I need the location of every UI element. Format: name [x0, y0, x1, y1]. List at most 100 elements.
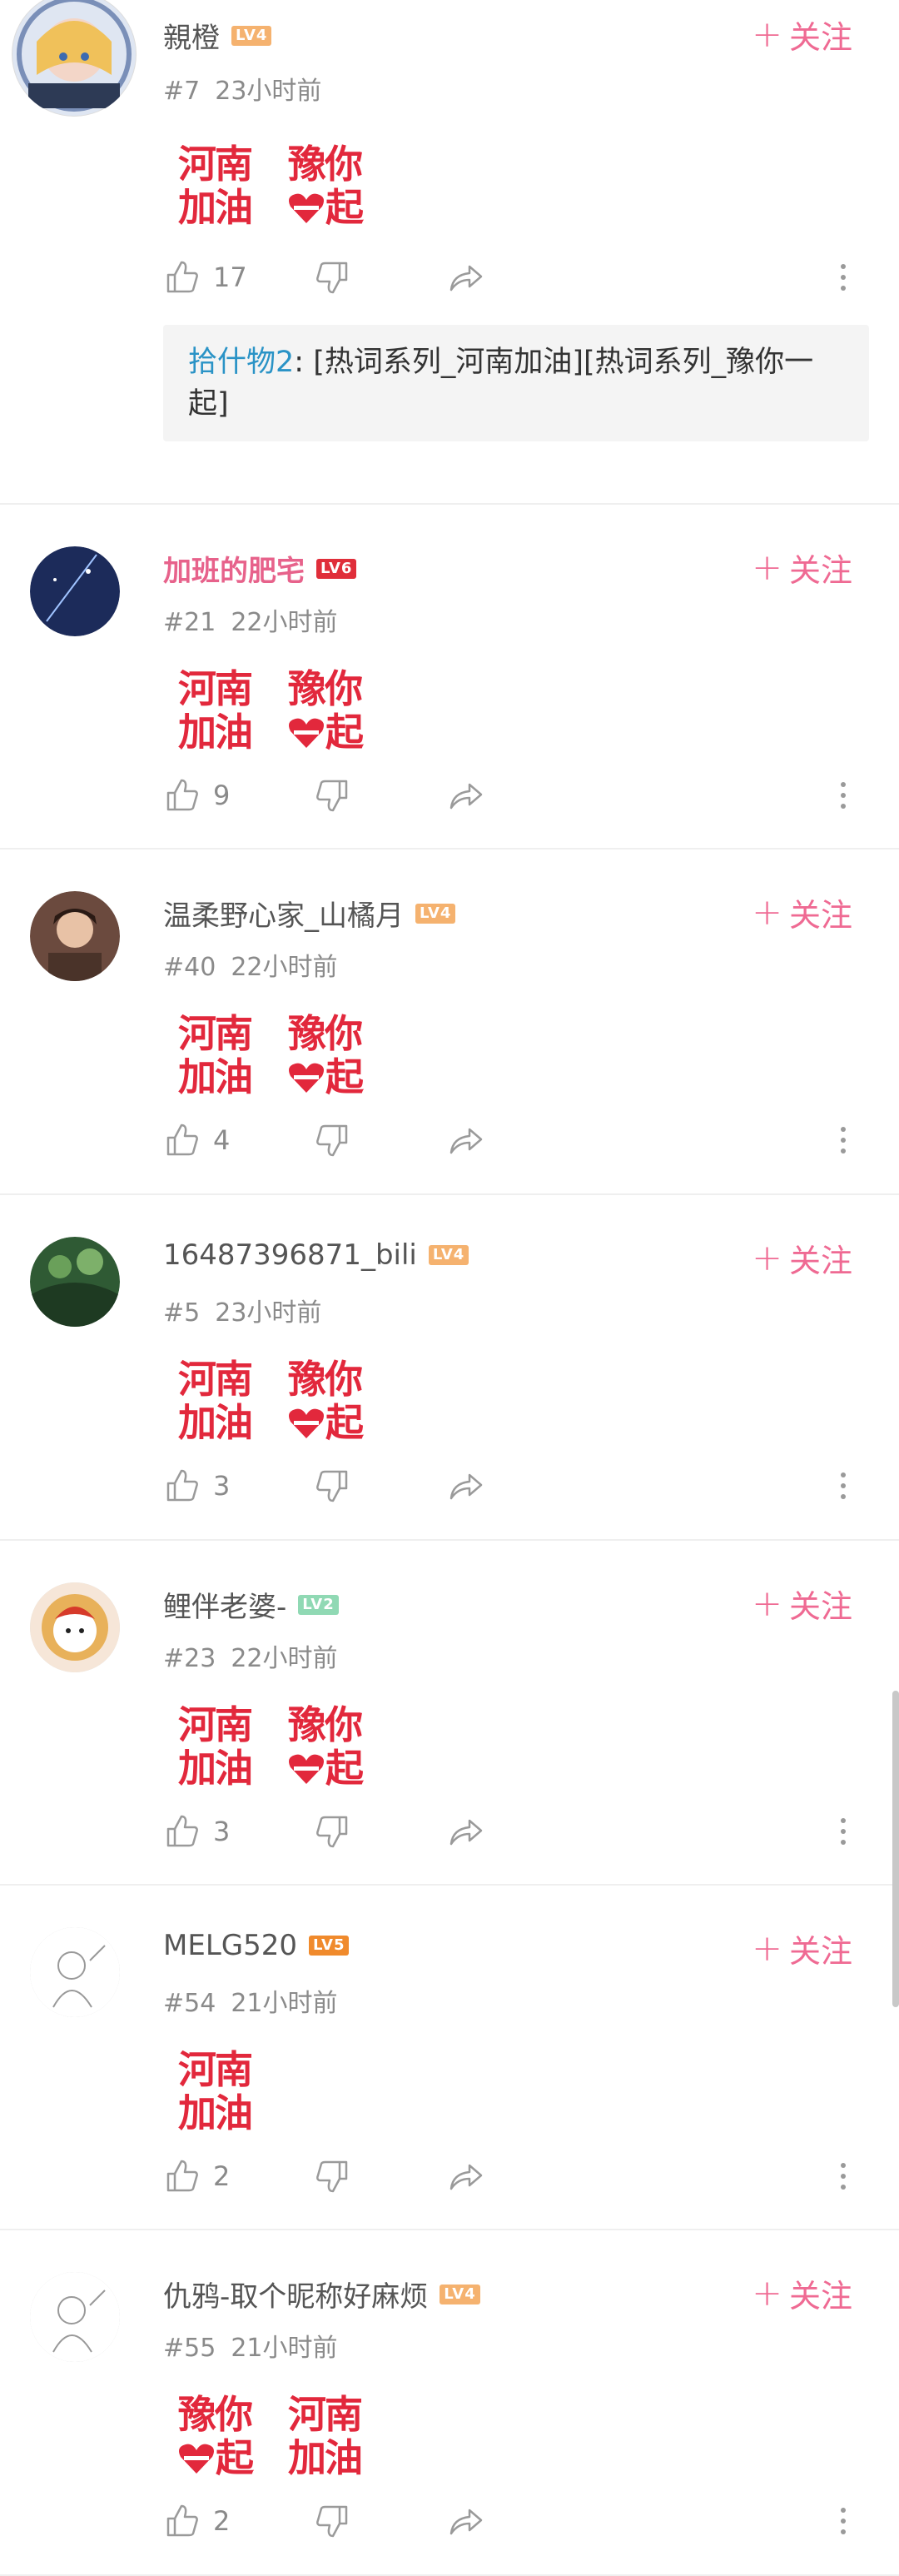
avatar[interactable] — [30, 1927, 120, 2017]
username[interactable]: 温柔野心家_山橘月 LV4 — [163, 893, 456, 934]
sticker-yuni-yiqi[interactable]: 豫你起 — [166, 2394, 263, 2482]
more-options-button[interactable] — [824, 1467, 862, 1505]
share-button[interactable] — [446, 776, 484, 815]
avatar-image — [30, 546, 120, 636]
sticker-henan-jiayou[interactable]: 河南 加油 — [166, 2049, 263, 2137]
level-badge: LV6 — [316, 558, 357, 579]
share-button[interactable] — [446, 2157, 484, 2195]
like-button[interactable]: 9 — [163, 776, 230, 815]
share-button[interactable] — [446, 258, 484, 296]
username[interactable]: 鲤伴老婆- LV2 — [163, 1584, 339, 1625]
share-button[interactable] — [446, 1467, 484, 1505]
reply-preview[interactable]: 拾什物2: [热词系列_河南加油][热词系列_豫你一起] — [163, 325, 869, 441]
username-text: 16487396871_bili — [163, 1238, 417, 1272]
more-options-button[interactable] — [824, 1812, 862, 1851]
heart-icon — [289, 193, 324, 223]
follow-button[interactable]: + 关注 — [752, 1581, 852, 1627]
more-options-button[interactable] — [824, 2157, 862, 2195]
dislike-button[interactable] — [313, 2157, 351, 2195]
like-button[interactable]: 17 — [163, 258, 247, 296]
share-button[interactable] — [446, 1121, 484, 1159]
plus-icon: + — [752, 1926, 782, 1970]
sticker-text-bottom: 加油 — [178, 1400, 253, 1445]
follow-button[interactable]: + 关注 — [752, 1926, 852, 1971]
floor-number: #5 — [163, 1298, 201, 1328]
level-badge: LV4 — [440, 2284, 480, 2304]
action-bar: 9 — [163, 776, 862, 818]
dislike-button[interactable] — [313, 776, 351, 815]
avatar[interactable] — [30, 546, 120, 636]
follow-button[interactable]: + 关注 — [752, 545, 852, 590]
sticker-yuni-yiqi[interactable]: 豫你起 — [276, 1358, 373, 1447]
sticker-text-top: 豫你 — [288, 142, 363, 187]
username[interactable]: MELG520 LV5 — [163, 1929, 350, 1962]
dislike-button[interactable] — [313, 1121, 351, 1159]
sticker-row: 河南 加油 豫你起 — [166, 1013, 373, 1101]
action-bar: 3 — [163, 1467, 862, 1508]
dislike-button[interactable] — [313, 1467, 351, 1505]
share-button[interactable] — [446, 1812, 484, 1851]
avatar[interactable] — [30, 891, 120, 981]
timestamp: 22小时前 — [231, 953, 338, 982]
follow-button[interactable]: + 关注 — [752, 12, 852, 57]
sticker-yuni-yiqi[interactable]: 豫你起 — [276, 668, 373, 756]
follow-button[interactable]: + 关注 — [752, 889, 852, 935]
more-options-button[interactable] — [824, 2502, 862, 2540]
avatar[interactable] — [30, 1237, 120, 1327]
follow-button[interactable]: + 关注 — [752, 2270, 852, 2316]
like-count: 3 — [213, 1816, 231, 1847]
sticker-yuni-yiqi[interactable]: 豫你起 — [276, 1704, 373, 1792]
comment-meta: #21 22小时前 — [163, 601, 338, 638]
username-text: 親橙 — [163, 22, 220, 55]
sticker-henan-jiayou[interactable]: 河南 加油 — [166, 668, 263, 756]
more-options-button[interactable] — [824, 258, 862, 296]
share-button[interactable] — [446, 2502, 484, 2540]
heart-icon — [289, 1063, 324, 1093]
like-button[interactable]: 4 — [163, 1121, 230, 1159]
dislike-button[interactable] — [313, 258, 351, 296]
username[interactable]: 加班的肥宅 LV6 — [163, 548, 357, 589]
more-options-button[interactable] — [824, 776, 862, 815]
like-button[interactable]: 2 — [163, 2157, 230, 2195]
reply-username[interactable]: 拾什物2 — [188, 346, 294, 379]
sticker-bottom: 起 — [166, 2437, 263, 2479]
share-icon — [450, 2164, 483, 2190]
avatar[interactable] — [12, 0, 137, 117]
sticker-text-bottom: 加油 — [288, 2435, 363, 2480]
follow-label: 关注 — [788, 897, 852, 934]
avatar[interactable] — [30, 1582, 120, 1672]
sticker-henan-jiayou[interactable]: 河南 加油 — [166, 1358, 263, 1447]
sticker-yuni-yiqi[interactable]: 豫你 起 — [276, 143, 373, 232]
sticker-text-top: 豫你 — [178, 2392, 253, 2437]
follow-button[interactable]: + 关注 — [752, 1235, 852, 1281]
more-options-button[interactable] — [824, 1121, 862, 1159]
username-text: 加班的肥宅 — [163, 555, 305, 588]
username[interactable]: 仇鸦-取个昵称好麻烦 LV4 — [163, 2274, 480, 2314]
sticker-henan-jiayou[interactable]: 河南 加油 — [166, 1013, 263, 1101]
sticker-text-bottom: 加油 — [178, 185, 253, 230]
scrollbar[interactable] — [892, 1691, 899, 2007]
action-bar: 4 — [163, 1121, 862, 1163]
dislike-button[interactable] — [313, 1812, 351, 1851]
floor-number: #7 — [163, 77, 201, 106]
like-count: 3 — [213, 1470, 231, 1502]
comment-item: 加班的肥宅 LV6 #21 22小时前 + 关注河南 加油 豫你起 9 — [0, 505, 899, 850]
username[interactable]: 16487396871_bili LV4 — [163, 1238, 469, 1272]
dislike-button[interactable] — [313, 2502, 351, 2540]
like-button[interactable]: 3 — [163, 1467, 230, 1505]
sticker-text-bottom: 起 — [216, 2435, 254, 2480]
sticker-yuni-yiqi[interactable]: 豫你起 — [276, 1013, 373, 1101]
like-button[interactable]: 2 — [163, 2502, 230, 2540]
username[interactable]: 親橙 LV4 — [163, 15, 272, 56]
more-vertical-icon — [841, 782, 846, 809]
sticker-henan-jiayou[interactable]: 河南 加油 — [166, 143, 263, 232]
avatar-image — [30, 1927, 120, 2017]
heart-icon — [289, 1408, 324, 1438]
like-button[interactable]: 3 — [163, 1812, 230, 1851]
sticker-text-top: 豫你 — [288, 1702, 363, 1747]
avatar[interactable] — [30, 2272, 120, 2362]
sticker-henan-jiayou[interactable]: 河南 加油 — [166, 1704, 263, 1792]
sticker-text-bottom: 起 — [325, 1746, 364, 1791]
sticker-henan-jiayou[interactable]: 河南 加油 — [276, 2394, 373, 2482]
username-text: 温柔野心家_山橘月 — [163, 899, 404, 933]
